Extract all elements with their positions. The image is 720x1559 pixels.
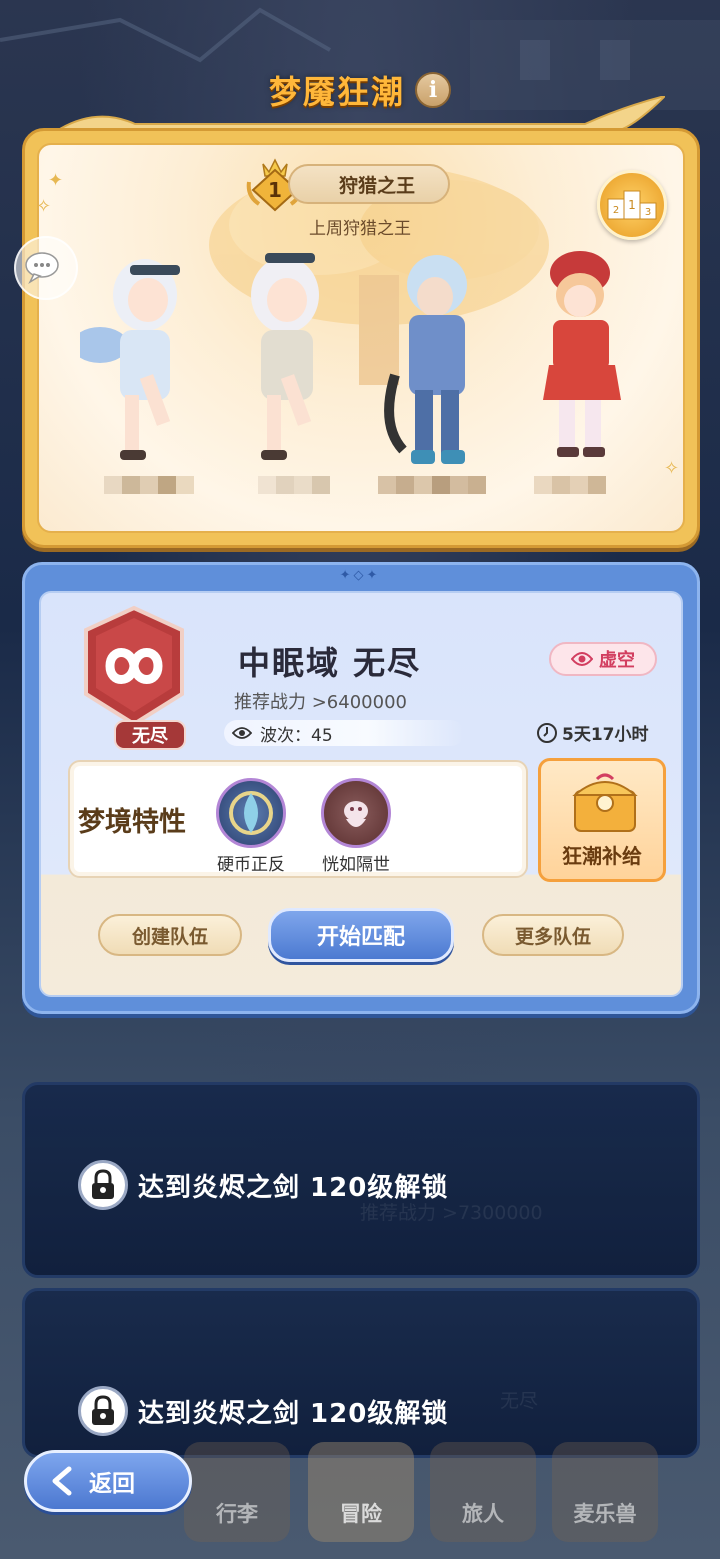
svg-text:3: 3 bbox=[645, 207, 651, 218]
mode-name: 中眠域 无尽 bbox=[238, 644, 422, 682]
treasure-chest-icon bbox=[572, 773, 638, 832]
hero-portrait-1[interactable] bbox=[80, 235, 200, 480]
wave-label: 波次：45 bbox=[260, 725, 333, 746]
locked-mode-row: 达到炎烬之剑 120级解锁 bbox=[78, 1160, 448, 1210]
chat-button[interactable] bbox=[14, 236, 78, 300]
endless-badge: 无尽 bbox=[114, 720, 186, 750]
more-teams-button[interactable]: 更多队伍 bbox=[482, 914, 624, 956]
panel-ornament: ✦◇✦ bbox=[339, 568, 381, 583]
player-name-blurred bbox=[534, 476, 606, 514]
time-remaining: 5天17小时 bbox=[536, 720, 649, 745]
hero-portrait-4[interactable] bbox=[525, 235, 645, 480]
nav-item-label: 旅人 bbox=[462, 1502, 504, 1526]
nav-item-label: 行李 bbox=[216, 1502, 258, 1526]
back-label: 返回 bbox=[89, 1471, 135, 1497]
back-arrow-icon bbox=[52, 1466, 72, 1496]
locked-ghost-text: 无尽 bbox=[500, 1390, 539, 1412]
player-name-blurred bbox=[104, 476, 194, 514]
podium-icon: 1 2 3 bbox=[607, 190, 657, 220]
hunt-king-label: 狩猎之王 bbox=[338, 174, 415, 197]
svg-text:2: 2 bbox=[613, 205, 619, 216]
hero-portrait-3[interactable] bbox=[375, 235, 495, 480]
wave-bar: 波次：45 bbox=[224, 720, 464, 746]
create-team-button[interactable]: 创建队伍 bbox=[98, 914, 242, 956]
nav-item-adventure[interactable]: 冒险 bbox=[308, 1442, 414, 1542]
svg-text:1: 1 bbox=[628, 198, 636, 212]
rank-number: 1 bbox=[268, 178, 282, 202]
lock-icon bbox=[78, 1386, 128, 1436]
sparkle-icon: ✦ bbox=[48, 170, 64, 191]
element-label: 虚空 bbox=[599, 650, 635, 671]
recommended-power: 推荐战力 >6400000 bbox=[234, 692, 407, 713]
spirit-icon[interactable] bbox=[321, 778, 391, 848]
hero-portrait-2[interactable] bbox=[225, 235, 345, 480]
player-name-blurred bbox=[258, 476, 330, 514]
nav-item-pet[interactable]: 麦乐兽 bbox=[552, 1442, 658, 1542]
coin-icon[interactable] bbox=[216, 778, 286, 848]
hunt-king-title: 狩猎之王 bbox=[288, 164, 450, 204]
eye-icon bbox=[232, 727, 252, 739]
trait-label: 恍如隔世 bbox=[322, 855, 390, 875]
nav-item-label: 麦乐兽 bbox=[573, 1502, 637, 1526]
trait-label: 硬币正反 bbox=[217, 855, 285, 875]
player-name-blurred bbox=[378, 476, 486, 514]
lock-icon bbox=[78, 1160, 128, 1210]
nav-item-traveler[interactable]: 旅人 bbox=[430, 1442, 536, 1542]
back-button[interactable]: 返回 bbox=[24, 1450, 192, 1512]
clock-icon bbox=[537, 722, 557, 743]
sparkle-icon: ✧ bbox=[664, 458, 680, 479]
void-eye-icon bbox=[571, 652, 593, 666]
dream-traits-title: 梦境特性 bbox=[78, 807, 186, 838]
timer-label: 5天17小时 bbox=[562, 725, 649, 745]
start-matching-button[interactable]: 开始匹配 bbox=[268, 908, 454, 962]
nav-item-luggage[interactable]: 行李 bbox=[184, 1442, 290, 1542]
chat-bubble-icon bbox=[25, 252, 59, 284]
element-tag: 虚空 bbox=[549, 642, 657, 676]
supply-label: 狂潮补给 bbox=[562, 844, 642, 868]
nav-item-label: 冒险 bbox=[340, 1502, 382, 1526]
locked-mode-row: 达到炎烬之剑 120级解锁 bbox=[78, 1386, 448, 1436]
leaderboard-button[interactable]: 1 2 3 bbox=[597, 170, 667, 240]
unlock-requirement: 达到炎烬之剑 120级解锁 bbox=[138, 1398, 449, 1429]
unlock-requirement: 达到炎烬之剑 120级解锁 bbox=[138, 1172, 449, 1203]
